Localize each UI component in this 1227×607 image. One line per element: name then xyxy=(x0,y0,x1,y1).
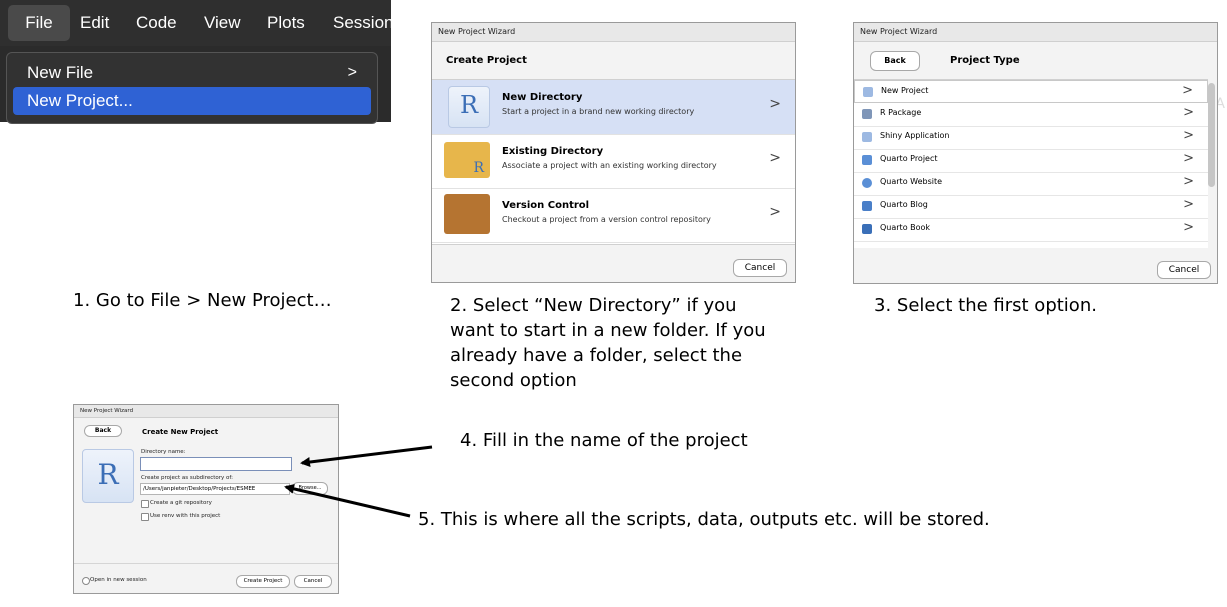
arrow-overlay xyxy=(284,445,433,518)
arrow-to-directory-name xyxy=(300,445,433,467)
arrow-to-subdirectory xyxy=(284,483,411,518)
